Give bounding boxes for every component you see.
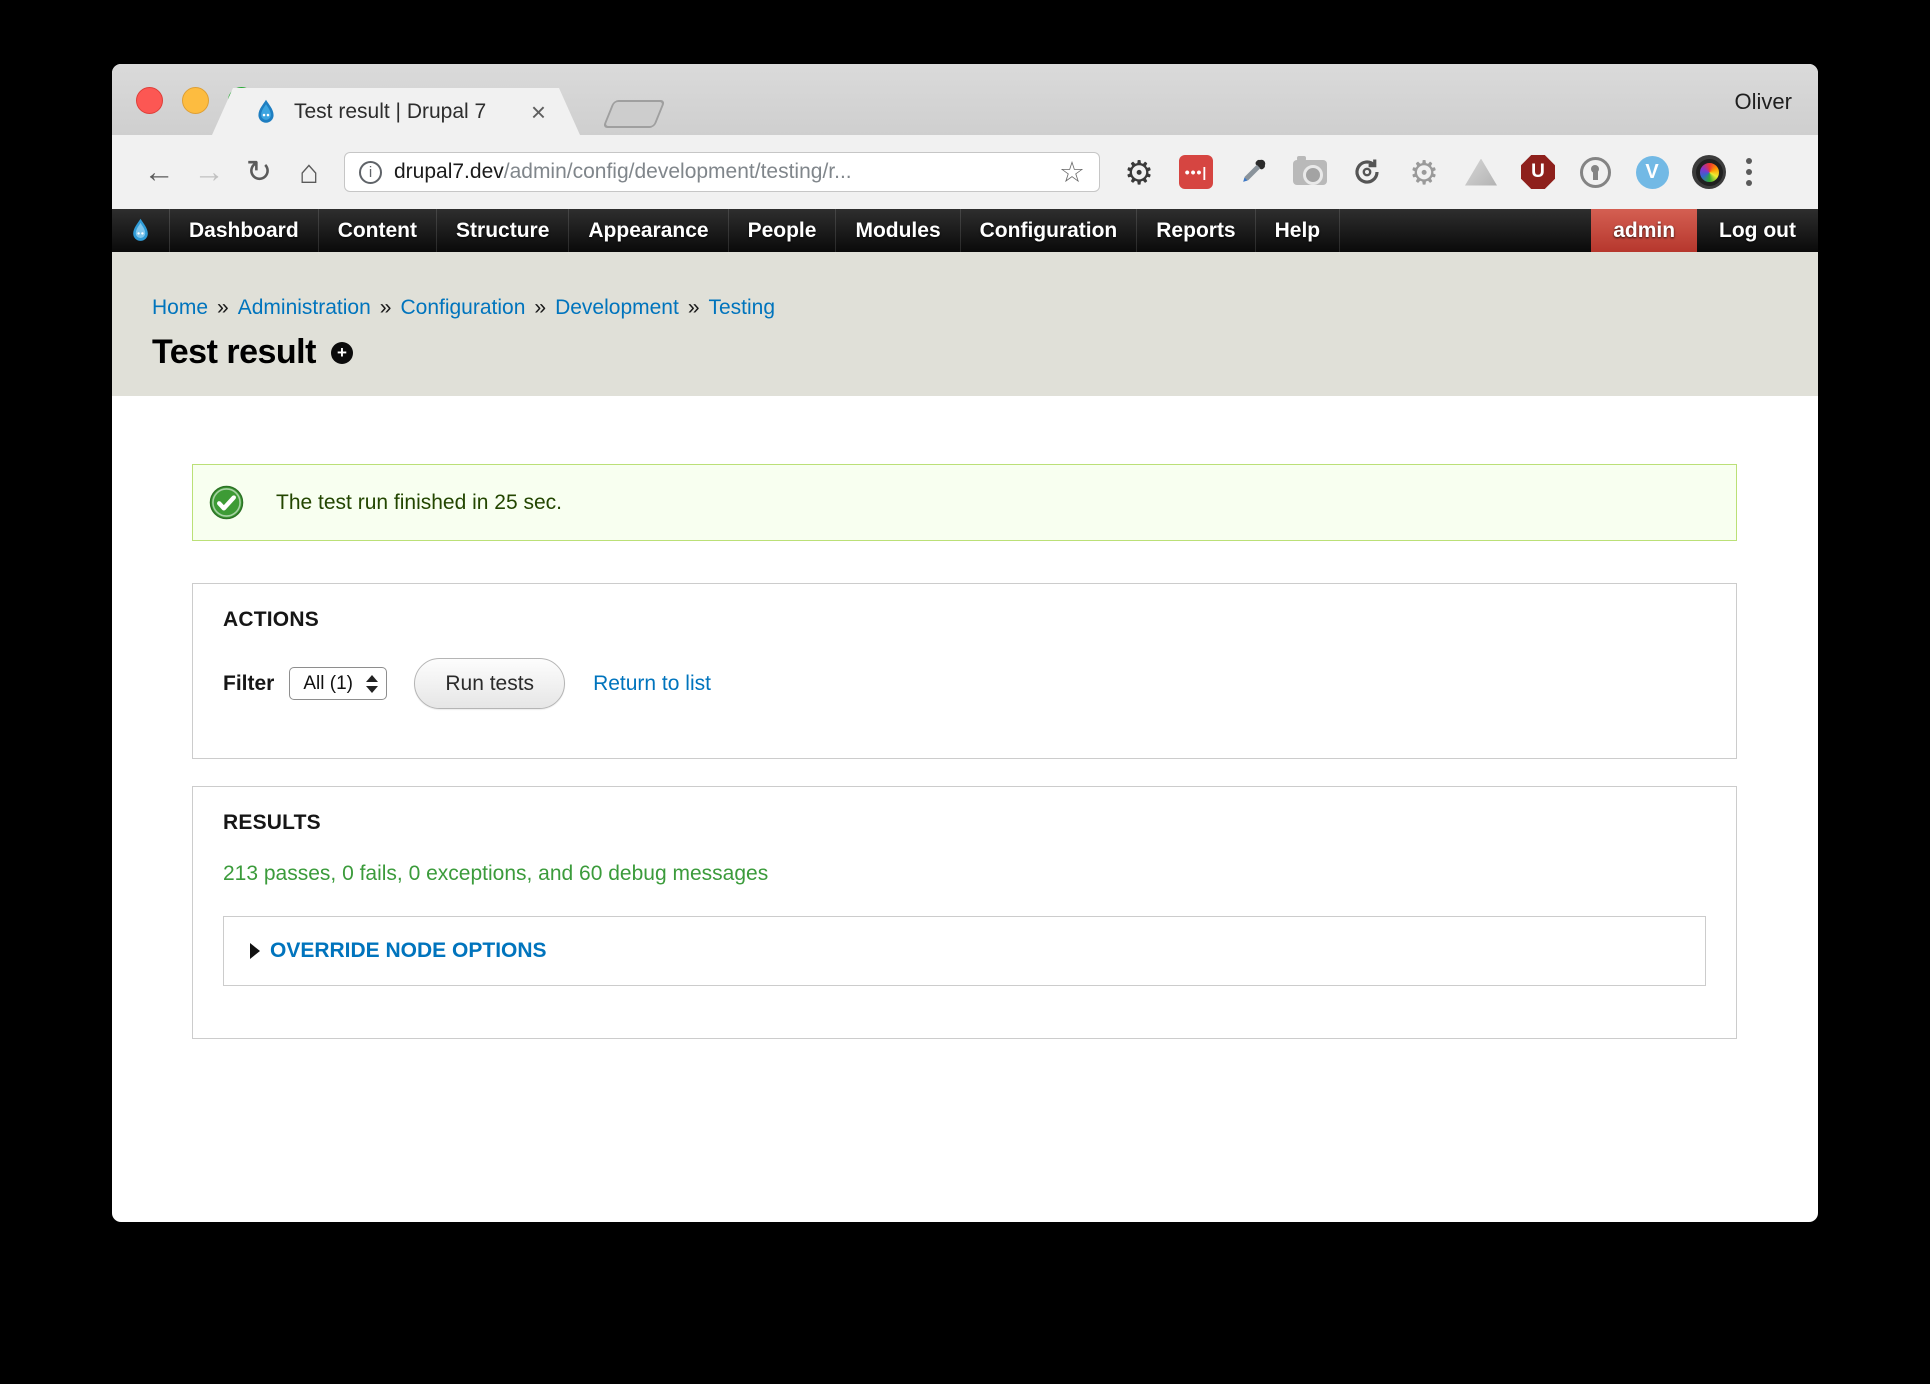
select-stepper-icon	[366, 675, 378, 693]
drupal-logo-icon[interactable]	[112, 209, 170, 252]
results-fieldset: RESULTS 213 passes, 0 fails, 0 exception…	[192, 786, 1737, 1039]
ublock-icon[interactable]	[1521, 155, 1555, 189]
toolbar-item-reports[interactable]: Reports	[1137, 209, 1255, 252]
breadcrumb-development[interactable]: Development	[555, 296, 679, 319]
filter-select-value: All (1)	[303, 673, 366, 695]
tab-close-icon[interactable]: ×	[531, 99, 546, 125]
toolbar-item-structure[interactable]: Structure	[437, 209, 569, 252]
drupal-favicon-icon	[252, 98, 280, 126]
toolbar-item-help[interactable]: Help	[1256, 209, 1341, 252]
results-legend: RESULTS	[223, 811, 1706, 835]
override-node-options-link[interactable]: OVERRIDE NODE OPTIONS	[270, 939, 547, 963]
drupal-admin-toolbar: Dashboard Content Structure Appearance P…	[112, 209, 1818, 252]
pass-summary: 213 passes, 0 fails, 0 exceptions, and 6…	[223, 862, 1706, 886]
success-check-icon	[209, 485, 244, 520]
bookmark-star-icon[interactable]	[1059, 155, 1085, 190]
browser-window: Test result | Drupal 7 × Oliver drupal7.…	[112, 64, 1818, 1222]
back-icon[interactable]	[134, 154, 184, 190]
breadcrumb-home[interactable]: Home	[152, 296, 208, 319]
vimium-icon[interactable]	[1635, 155, 1669, 189]
filter-select[interactable]: All (1)	[289, 667, 387, 700]
toolbar-item-people[interactable]: People	[729, 209, 837, 252]
breadcrumb-configuration[interactable]: Configuration	[400, 296, 525, 319]
close-window-button[interactable]	[136, 87, 163, 114]
url-text: drupal7.dev/admin/config/development/tes…	[394, 160, 852, 184]
desktop-background: Test result | Drupal 7 × Oliver drupal7.…	[0, 0, 1930, 1384]
toolbar-item-modules[interactable]: Modules	[836, 209, 960, 252]
home-icon[interactable]	[284, 153, 334, 191]
toolbar-spacer	[1340, 209, 1591, 252]
browser-navbar: drupal7.dev/admin/config/development/tes…	[112, 135, 1818, 209]
page-title: Test result	[152, 333, 316, 372]
breadcrumb-separator: »	[217, 296, 229, 319]
breadcrumb-separator: »	[380, 296, 392, 319]
extension-toolbar	[1122, 155, 1726, 189]
toolbar-item-dashboard[interactable]: Dashboard	[170, 209, 319, 252]
page-content: The test run finished in 25 sec. ACTIONS…	[112, 396, 1818, 1039]
password-manager-icon[interactable]	[1179, 155, 1213, 189]
browser-menu-icon[interactable]	[1746, 158, 1752, 186]
tab-title: Test result | Drupal 7	[294, 100, 521, 124]
toolbar-item-appearance[interactable]: Appearance	[569, 209, 728, 252]
actions-fieldset: ACTIONS Filter All (1) Run tests Return …	[192, 583, 1737, 759]
add-shortcut-icon[interactable]	[331, 342, 353, 364]
actions-legend: ACTIONS	[223, 608, 1706, 632]
override-node-options-fieldset[interactable]: OVERRIDE NODE OPTIONS	[223, 916, 1706, 986]
minimize-window-button[interactable]	[182, 87, 209, 114]
toolbar-item-configuration[interactable]: Configuration	[961, 209, 1138, 252]
camera-icon[interactable]	[1293, 155, 1327, 189]
eyedropper-icon[interactable]	[1236, 155, 1270, 189]
breadcrumb: Home » Administration » Configuration » Develo…	[152, 296, 1778, 320]
forward-icon[interactable]	[184, 154, 234, 190]
titlebar: Test result | Drupal 7 × Oliver	[112, 64, 1818, 135]
run-tests-button[interactable]: Run tests	[414, 658, 565, 709]
drive-icon[interactable]	[1464, 155, 1498, 189]
camera-lens-icon[interactable]	[1692, 155, 1726, 189]
url-host: drupal7.dev	[394, 160, 504, 183]
userscript-gear-icon[interactable]	[1407, 155, 1441, 189]
reload-icon[interactable]	[234, 154, 284, 190]
browser-tab[interactable]: Test result | Drupal 7 ×	[212, 88, 580, 135]
sync-icon[interactable]	[1350, 155, 1384, 189]
new-tab-button[interactable]	[602, 100, 665, 128]
keyhole-icon[interactable]	[1578, 155, 1612, 189]
profile-name[interactable]: Oliver	[1735, 89, 1792, 115]
breadcrumb-administration[interactable]: Administration	[238, 296, 371, 319]
breadcrumb-separator: »	[688, 296, 700, 319]
breadcrumb-separator: »	[534, 296, 546, 319]
toolbar-item-content[interactable]: Content	[319, 209, 437, 252]
toolbar-logout[interactable]: Log out	[1697, 209, 1818, 252]
url-path: /admin/config/development/testing/r...	[504, 160, 852, 183]
filter-label: Filter	[223, 672, 274, 696]
settings-gear-icon[interactable]	[1122, 155, 1156, 189]
url-bar[interactable]: drupal7.dev/admin/config/development/tes…	[344, 152, 1100, 192]
collapsed-triangle-icon	[250, 943, 260, 959]
status-message: The test run finished in 25 sec.	[192, 464, 1737, 541]
return-to-list-link[interactable]: Return to list	[593, 672, 711, 696]
toolbar-user-admin[interactable]: admin	[1591, 209, 1697, 252]
page-info-icon[interactable]	[359, 161, 382, 184]
status-message-text: The test run finished in 25 sec.	[276, 491, 562, 515]
page-header: Home » Administration » Configuration » Develo…	[112, 252, 1818, 396]
breadcrumb-testing[interactable]: Testing	[709, 296, 776, 319]
